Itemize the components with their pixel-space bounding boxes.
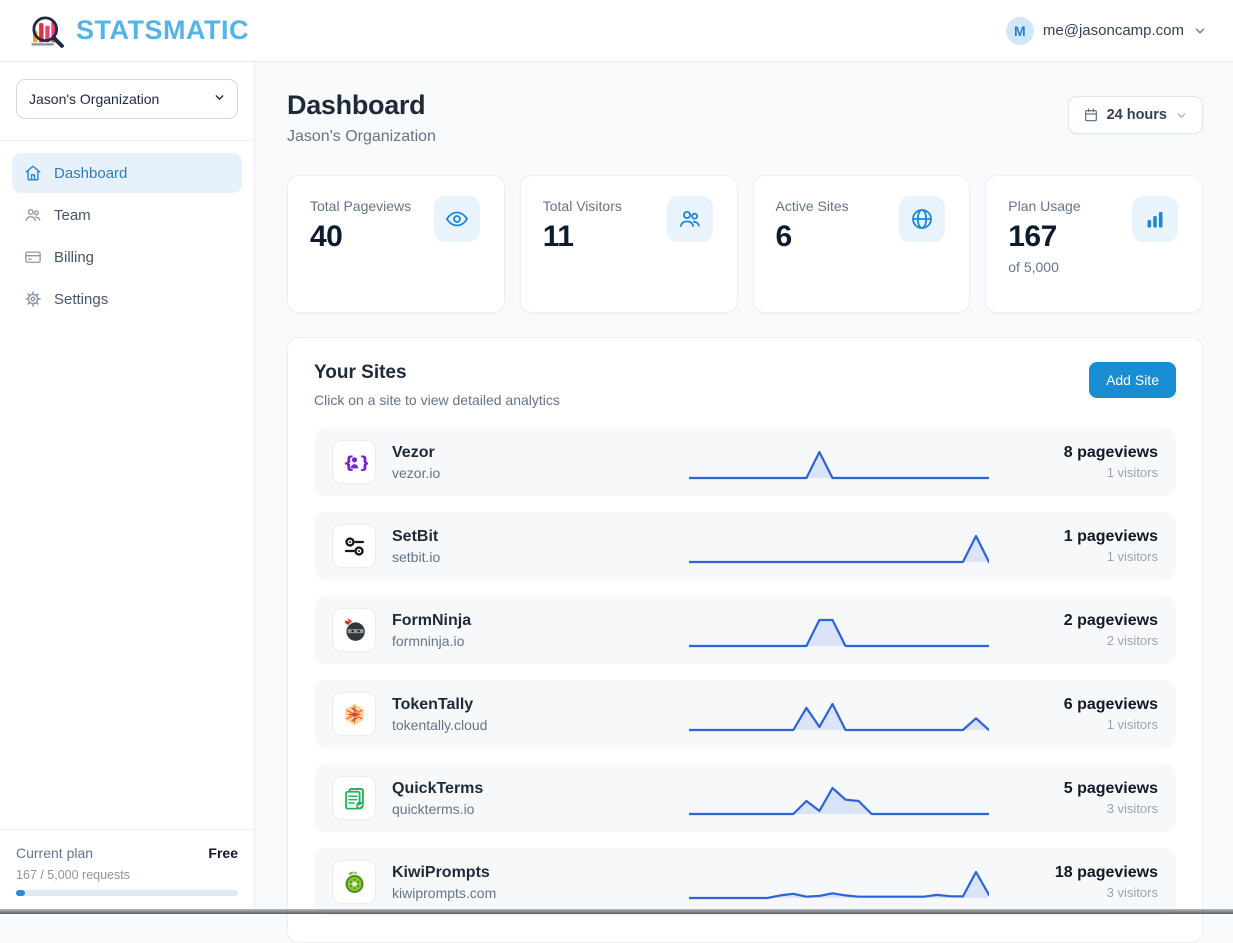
user-menu[interactable]: M me@jasoncamp.com bbox=[1006, 17, 1207, 45]
site-pageviews: 18 pageviews bbox=[1013, 864, 1158, 882]
usage-progress-fill bbox=[16, 890, 25, 896]
sites-subtitle: Click on a site to view detailed analyti… bbox=[314, 392, 560, 408]
plan-name: Free bbox=[208, 845, 238, 861]
sites-title: Your Sites bbox=[314, 362, 560, 384]
plan-box: Current plan Free 167 / 5,000 requests bbox=[0, 829, 254, 914]
stat-card-plan-usage: Plan Usage167of 5,000 bbox=[985, 175, 1203, 313]
site-row-setbit[interactable]: SetBit setbit.io 1 pageviews 1 visitors bbox=[314, 512, 1176, 580]
stat-sub: of 5,000 bbox=[1008, 259, 1180, 275]
chevron-down-icon bbox=[1193, 24, 1207, 38]
svg-text:{: { bbox=[342, 452, 354, 472]
site-sparkline-chart bbox=[689, 436, 989, 488]
site-pageviews: 8 pageviews bbox=[1013, 444, 1158, 462]
sidebar-item-label: Settings bbox=[54, 291, 108, 308]
site-visitors: 3 visitors bbox=[1013, 801, 1158, 816]
site-sparkline-chart bbox=[689, 856, 989, 908]
top-header: STATSMATIC M me@jasoncamp.com bbox=[0, 0, 1233, 62]
stat-card-total-visitors: Total Visitors11 bbox=[520, 175, 738, 313]
visitors-icon bbox=[667, 196, 713, 242]
site-domain: formninja.io bbox=[392, 633, 689, 649]
add-site-button[interactable]: Add Site bbox=[1089, 362, 1176, 398]
sidebar-item-settings[interactable]: Settings bbox=[12, 279, 242, 319]
globe-icon bbox=[899, 196, 945, 242]
site-domain: tokentally.cloud bbox=[392, 717, 689, 733]
page-title: Dashboard bbox=[287, 90, 436, 121]
main-content: Dashboard Jason's Organization 24 hours … bbox=[255, 62, 1233, 943]
site-visitors: 1 visitors bbox=[1013, 465, 1158, 480]
sidebar-nav: Dashboard Team Billing Settings bbox=[0, 141, 254, 829]
site-sparkline-chart bbox=[689, 772, 989, 824]
site-domain: kiwiprompts.com bbox=[392, 885, 689, 901]
screen-bottom-edge bbox=[0, 909, 1233, 914]
time-range-label: 24 hours bbox=[1107, 107, 1167, 123]
site-name: Vezor bbox=[392, 444, 689, 462]
sidebar-item-billing[interactable]: Billing bbox=[12, 237, 242, 277]
site-name: FormNinja bbox=[392, 612, 689, 630]
eye-icon bbox=[434, 196, 480, 242]
team-icon bbox=[24, 206, 42, 224]
site-pageviews: 2 pageviews bbox=[1013, 612, 1158, 630]
sidebar-item-team[interactable]: Team bbox=[12, 195, 242, 235]
site-sparkline-chart bbox=[689, 604, 989, 656]
vezor-favicon-icon: {} bbox=[332, 440, 376, 484]
plan-usage-text: 167 / 5,000 requests bbox=[16, 868, 238, 882]
avatar: M bbox=[1006, 17, 1034, 45]
formninja-favicon-icon bbox=[332, 608, 376, 652]
usage-icon bbox=[1132, 196, 1178, 242]
site-sparkline-chart bbox=[689, 520, 989, 572]
svg-text:}: } bbox=[359, 452, 368, 472]
site-name: SetBit bbox=[392, 528, 689, 546]
page-subtitle: Jason's Organization bbox=[287, 128, 436, 146]
usage-progress-bar bbox=[16, 890, 238, 896]
site-sparkline-chart bbox=[689, 688, 989, 740]
stats-grid: Total Pageviews40Total Visitors11Active … bbox=[287, 175, 1203, 313]
kiwiprompts-favicon-icon bbox=[332, 860, 376, 904]
site-name: TokenTally bbox=[392, 696, 689, 714]
site-name: KiwiPrompts bbox=[392, 864, 689, 882]
your-sites-card: Your Sites Click on a site to view detai… bbox=[287, 337, 1203, 943]
quickterms-favicon-icon bbox=[332, 776, 376, 820]
site-pageviews: 6 pageviews bbox=[1013, 696, 1158, 714]
site-domain: vezor.io bbox=[392, 465, 689, 481]
sidebar-item-label: Team bbox=[54, 207, 91, 224]
site-row-kiwiprompts[interactable]: KiwiPrompts kiwiprompts.com 18 pageviews 3 … bbox=[314, 848, 1176, 916]
site-pageviews: 1 pageviews bbox=[1013, 528, 1158, 546]
site-row-quickterms[interactable]: QuickTerms quickterms.io 5 pageviews 3 visi… bbox=[314, 764, 1176, 832]
billing-icon bbox=[24, 248, 42, 266]
org-selector-box: Jason's Organization bbox=[0, 62, 254, 141]
setbit-favicon-icon bbox=[332, 524, 376, 568]
site-list: {}Vezorvezor.io8 pageviews1 visitorsSetB… bbox=[314, 428, 1176, 916]
organization-select[interactable]: Jason's Organization bbox=[16, 79, 238, 119]
site-visitors: 3 visitors bbox=[1013, 885, 1158, 900]
user-email: me@jasoncamp.com bbox=[1043, 22, 1184, 39]
site-row-tokentally[interactable]: TokenTally tokentally.cloud 6 pageviews 1 v… bbox=[314, 680, 1176, 748]
tokentally-favicon-icon bbox=[332, 692, 376, 736]
site-domain: setbit.io bbox=[392, 549, 689, 565]
sidebar-item-dashboard[interactable]: Dashboard bbox=[12, 153, 242, 193]
brand: STATSMATIC bbox=[26, 10, 249, 52]
chevron-down-icon bbox=[1175, 109, 1188, 122]
calendar-icon bbox=[1083, 107, 1099, 123]
statsmatic-logo-icon bbox=[26, 10, 68, 52]
site-domain: quickterms.io bbox=[392, 801, 689, 817]
stat-card-active-sites: Active Sites6 bbox=[753, 175, 971, 313]
sidebar-item-label: Dashboard bbox=[54, 165, 127, 182]
sidebar: Jason's Organization Dashboard Team Billin… bbox=[0, 62, 255, 914]
sidebar-item-label: Billing bbox=[54, 249, 94, 266]
time-range-button[interactable]: 24 hours bbox=[1068, 96, 1203, 134]
site-row-vezor[interactable]: {} Vezor vezor.io 8 pageviews 1 visitors bbox=[314, 428, 1176, 496]
stat-card-total-pageviews: Total Pageviews40 bbox=[287, 175, 505, 313]
site-pageviews: 5 pageviews bbox=[1013, 780, 1158, 798]
current-plan-label: Current plan bbox=[16, 845, 93, 861]
home-icon bbox=[24, 164, 42, 182]
brand-name: STATSMATIC bbox=[76, 15, 249, 46]
site-visitors: 2 visitors bbox=[1013, 633, 1158, 648]
site-name: QuickTerms bbox=[392, 780, 689, 798]
site-visitors: 1 visitors bbox=[1013, 549, 1158, 564]
site-row-formninja[interactable]: FormNinja formninja.io 2 pageviews 2 visito… bbox=[314, 596, 1176, 664]
site-visitors: 1 visitors bbox=[1013, 717, 1158, 732]
settings-icon bbox=[24, 290, 42, 308]
